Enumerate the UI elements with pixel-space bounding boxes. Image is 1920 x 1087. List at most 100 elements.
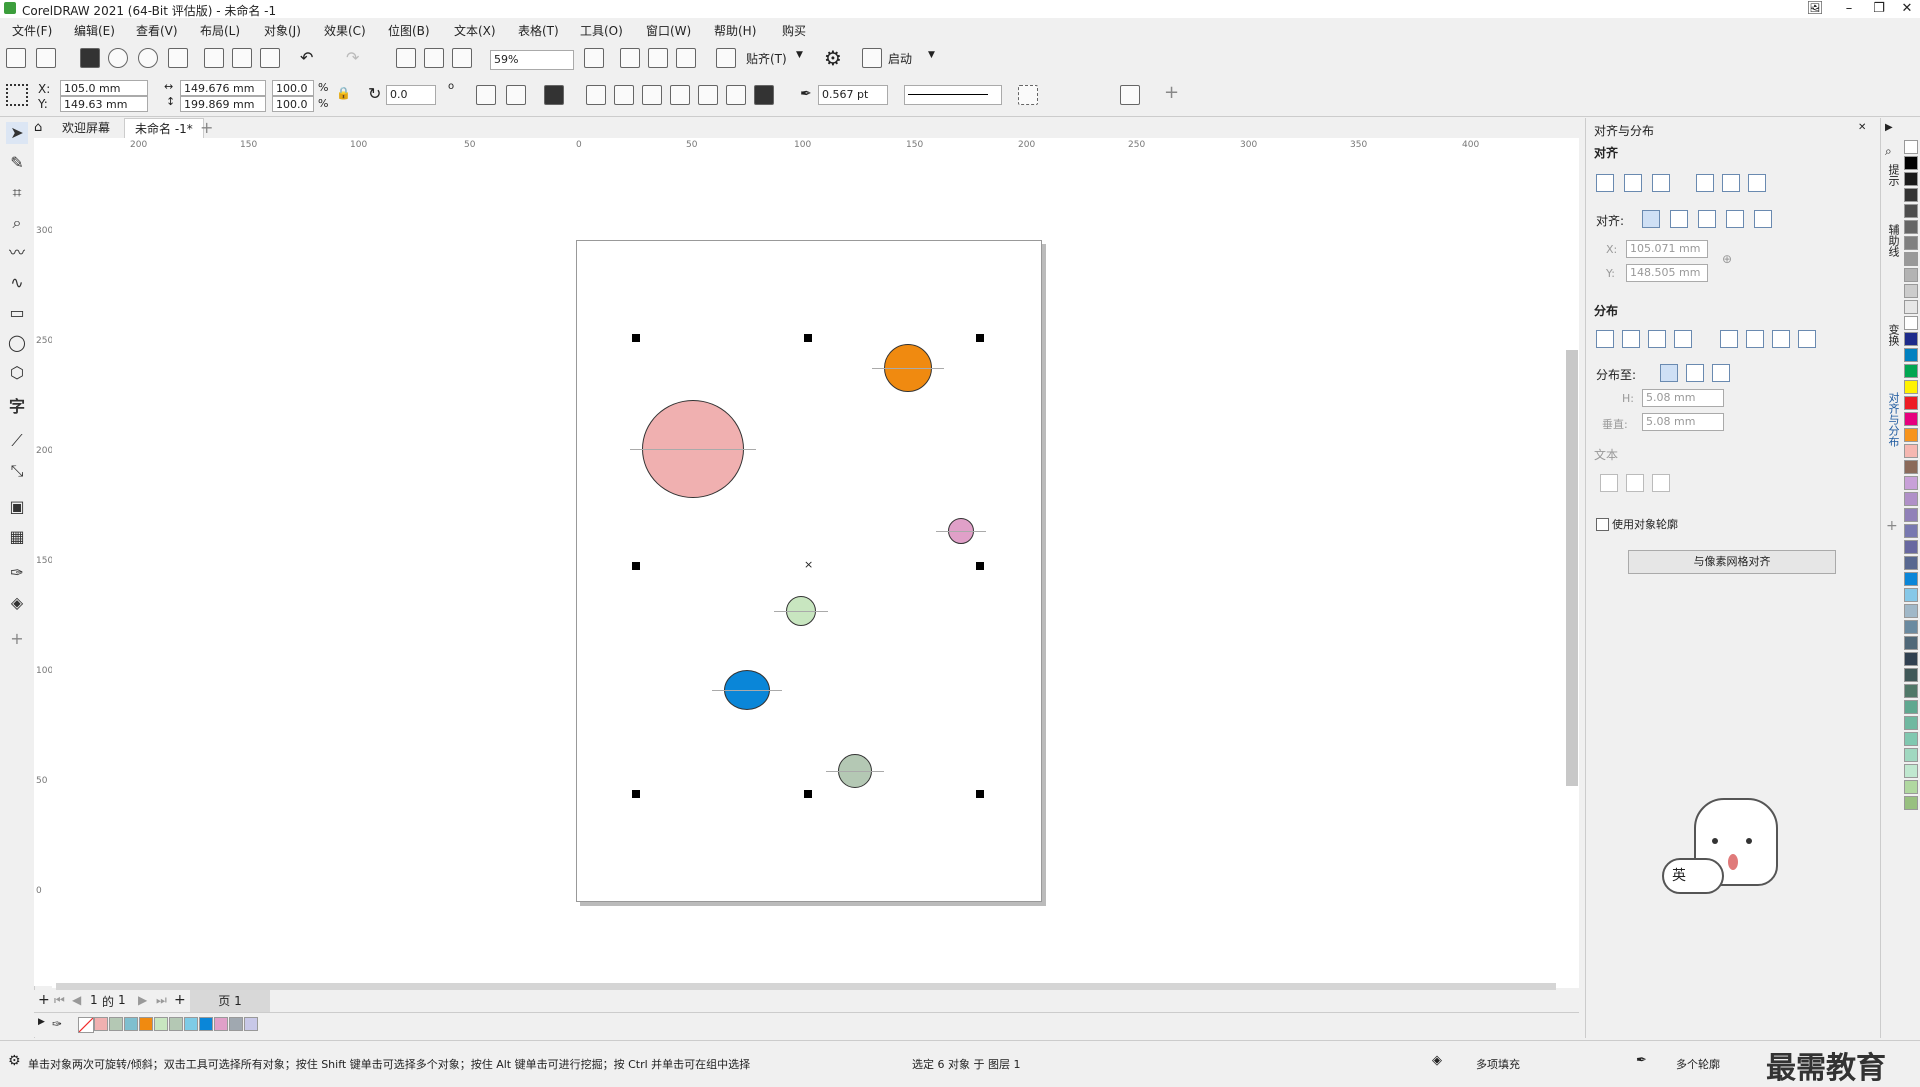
search-icon[interactable]: ⌕: [1885, 144, 1892, 159]
launch-icon[interactable]: [862, 48, 882, 68]
distribute-spacing-v-icon[interactable]: [1772, 330, 1790, 348]
prev-page-icon[interactable]: ◀: [72, 993, 81, 1007]
tab-document[interactable]: 未命名 -1*: [124, 118, 204, 139]
distribute-spacing-h-icon[interactable]: [1648, 330, 1666, 348]
align-page-center-icon[interactable]: [1698, 210, 1716, 228]
color-swatch[interactable]: [1904, 572, 1918, 586]
selection-handle[interactable]: [804, 334, 812, 342]
launch-menu[interactable]: 启动: [888, 50, 912, 67]
add-icon[interactable]: +: [1164, 82, 1179, 103]
color-swatch[interactable]: [1904, 636, 1918, 650]
menu-bitmap[interactable]: 位图(B): [388, 22, 430, 39]
menu-text[interactable]: 文本(X): [454, 22, 496, 39]
cut-icon[interactable]: [204, 48, 224, 68]
document-color-swatch[interactable]: [154, 1017, 168, 1031]
menu-window[interactable]: 窗口(W): [646, 22, 691, 39]
selection-handle[interactable]: [976, 334, 984, 342]
color-swatch[interactable]: [1904, 700, 1918, 714]
align-page-edge-icon[interactable]: [1670, 210, 1688, 228]
color-swatch[interactable]: [1904, 332, 1918, 346]
rectangle-tool-icon[interactable]: ▭: [6, 302, 28, 324]
color-swatch[interactable]: [1904, 684, 1918, 698]
polygon-tool-icon[interactable]: ⬡: [6, 362, 28, 384]
distribute-v-field[interactable]: 5.08 mm: [1642, 413, 1724, 431]
home-icon[interactable]: ⌂: [34, 120, 42, 135]
pdf-icon[interactable]: [452, 48, 472, 68]
new-tab-icon[interactable]: +: [200, 118, 213, 137]
boundary-icon[interactable]: [754, 85, 774, 105]
document-color-swatch[interactable]: [244, 1017, 258, 1031]
color-swatch[interactable]: [1904, 412, 1918, 426]
crop-tool-icon[interactable]: ⌗: [6, 182, 28, 204]
menu-effects[interactable]: 效果(C): [324, 22, 366, 39]
color-swatch[interactable]: [1904, 364, 1918, 378]
mirror-horizontal-icon[interactable]: [476, 85, 496, 105]
scroll-up-icon[interactable]: ▶: [1885, 122, 1893, 133]
menu-table[interactable]: 表格(T): [518, 22, 559, 39]
document-color-swatch[interactable]: [109, 1017, 123, 1031]
copy-icon[interactable]: [232, 48, 252, 68]
align-right-icon[interactable]: [1652, 174, 1670, 192]
transparency-icon[interactable]: ▦: [6, 526, 28, 548]
selection-handle[interactable]: [804, 790, 812, 798]
text-line-icon[interactable]: [1626, 474, 1644, 492]
width-field[interactable]: 149.676 mm: [180, 80, 266, 96]
open-icon[interactable]: [36, 48, 56, 68]
interactive-fill-icon[interactable]: ◈: [6, 592, 28, 614]
color-swatch[interactable]: [1904, 620, 1918, 634]
text-tool-icon[interactable]: 字: [6, 396, 28, 418]
outline-status[interactable]: 多个轮廓: [1676, 1056, 1720, 1072]
settings-gear-icon[interactable]: ⚙: [8, 1053, 21, 1069]
color-swatch[interactable]: [1904, 668, 1918, 682]
snap-off-icon[interactable]: [716, 48, 736, 68]
color-swatch[interactable]: [1904, 780, 1918, 794]
color-swatch[interactable]: [1904, 556, 1918, 570]
color-swatch[interactable]: [1904, 140, 1918, 154]
align-left-icon[interactable]: [1596, 174, 1614, 192]
color-swatch[interactable]: [1904, 348, 1918, 362]
color-swatch[interactable]: [1904, 460, 1918, 474]
color-swatch[interactable]: [1904, 428, 1918, 442]
distribute-h-field[interactable]: 5.08 mm: [1642, 389, 1724, 407]
dock-tab-transform[interactable]: 变换: [1885, 324, 1901, 346]
freehand-tool-icon[interactable]: 〰: [6, 242, 28, 264]
shape-options-icon[interactable]: [1018, 85, 1038, 105]
color-swatch[interactable]: [1904, 268, 1918, 282]
add-page-icon[interactable]: +: [38, 992, 50, 1008]
cloud-download-icon[interactable]: [108, 48, 128, 68]
color-swatch[interactable]: [1904, 220, 1918, 234]
scale-height-field[interactable]: 100.0: [272, 96, 314, 112]
new-document-icon[interactable]: [6, 48, 26, 68]
color-swatch[interactable]: [1904, 252, 1918, 266]
palette-arrow-icon[interactable]: ▶: [38, 1017, 45, 1027]
selection-center-icon[interactable]: ×: [804, 558, 813, 571]
show-rulers-icon[interactable]: [620, 48, 640, 68]
weld-icon[interactable]: [586, 85, 606, 105]
add-docker-icon[interactable]: +: [1886, 518, 1898, 534]
x-position-field[interactable]: 105.0 mm: [60, 80, 148, 96]
quick-customize-icon[interactable]: [1120, 85, 1140, 105]
fill-icon[interactable]: ◈: [1432, 1053, 1442, 1068]
close-button[interactable]: ✕: [1892, 0, 1920, 18]
distribute-bottom-icon[interactable]: [1798, 330, 1816, 348]
redo-icon[interactable]: ↷: [346, 48, 359, 67]
selection-handle[interactable]: [976, 790, 984, 798]
align-center-h-icon[interactable]: [1624, 174, 1642, 192]
eyedropper-icon[interactable]: ✑: [6, 562, 28, 584]
document-color-swatch[interactable]: [139, 1017, 153, 1031]
lock-ratio-icon[interactable]: 🔒: [336, 86, 351, 100]
add-tool-icon[interactable]: +: [6, 628, 28, 650]
distribute-top-icon[interactable]: [1720, 330, 1738, 348]
color-swatch[interactable]: [1904, 748, 1918, 762]
first-page-icon[interactable]: ⏮: [54, 993, 65, 1008]
distribute-left-icon[interactable]: [1596, 330, 1614, 348]
chevron-down-icon[interactable]: ▼: [928, 50, 935, 60]
text-bbox-icon[interactable]: [1652, 474, 1670, 492]
front-minus-back-icon[interactable]: [698, 85, 718, 105]
snap-to-menu[interactable]: 贴齐(T): [746, 50, 787, 67]
color-swatch[interactable]: [1904, 188, 1918, 202]
color-swatch[interactable]: [1904, 172, 1918, 186]
document-color-swatch[interactable]: [124, 1017, 138, 1031]
intersect-icon[interactable]: [642, 85, 662, 105]
align-y-field[interactable]: 148.505 mm: [1626, 264, 1708, 282]
